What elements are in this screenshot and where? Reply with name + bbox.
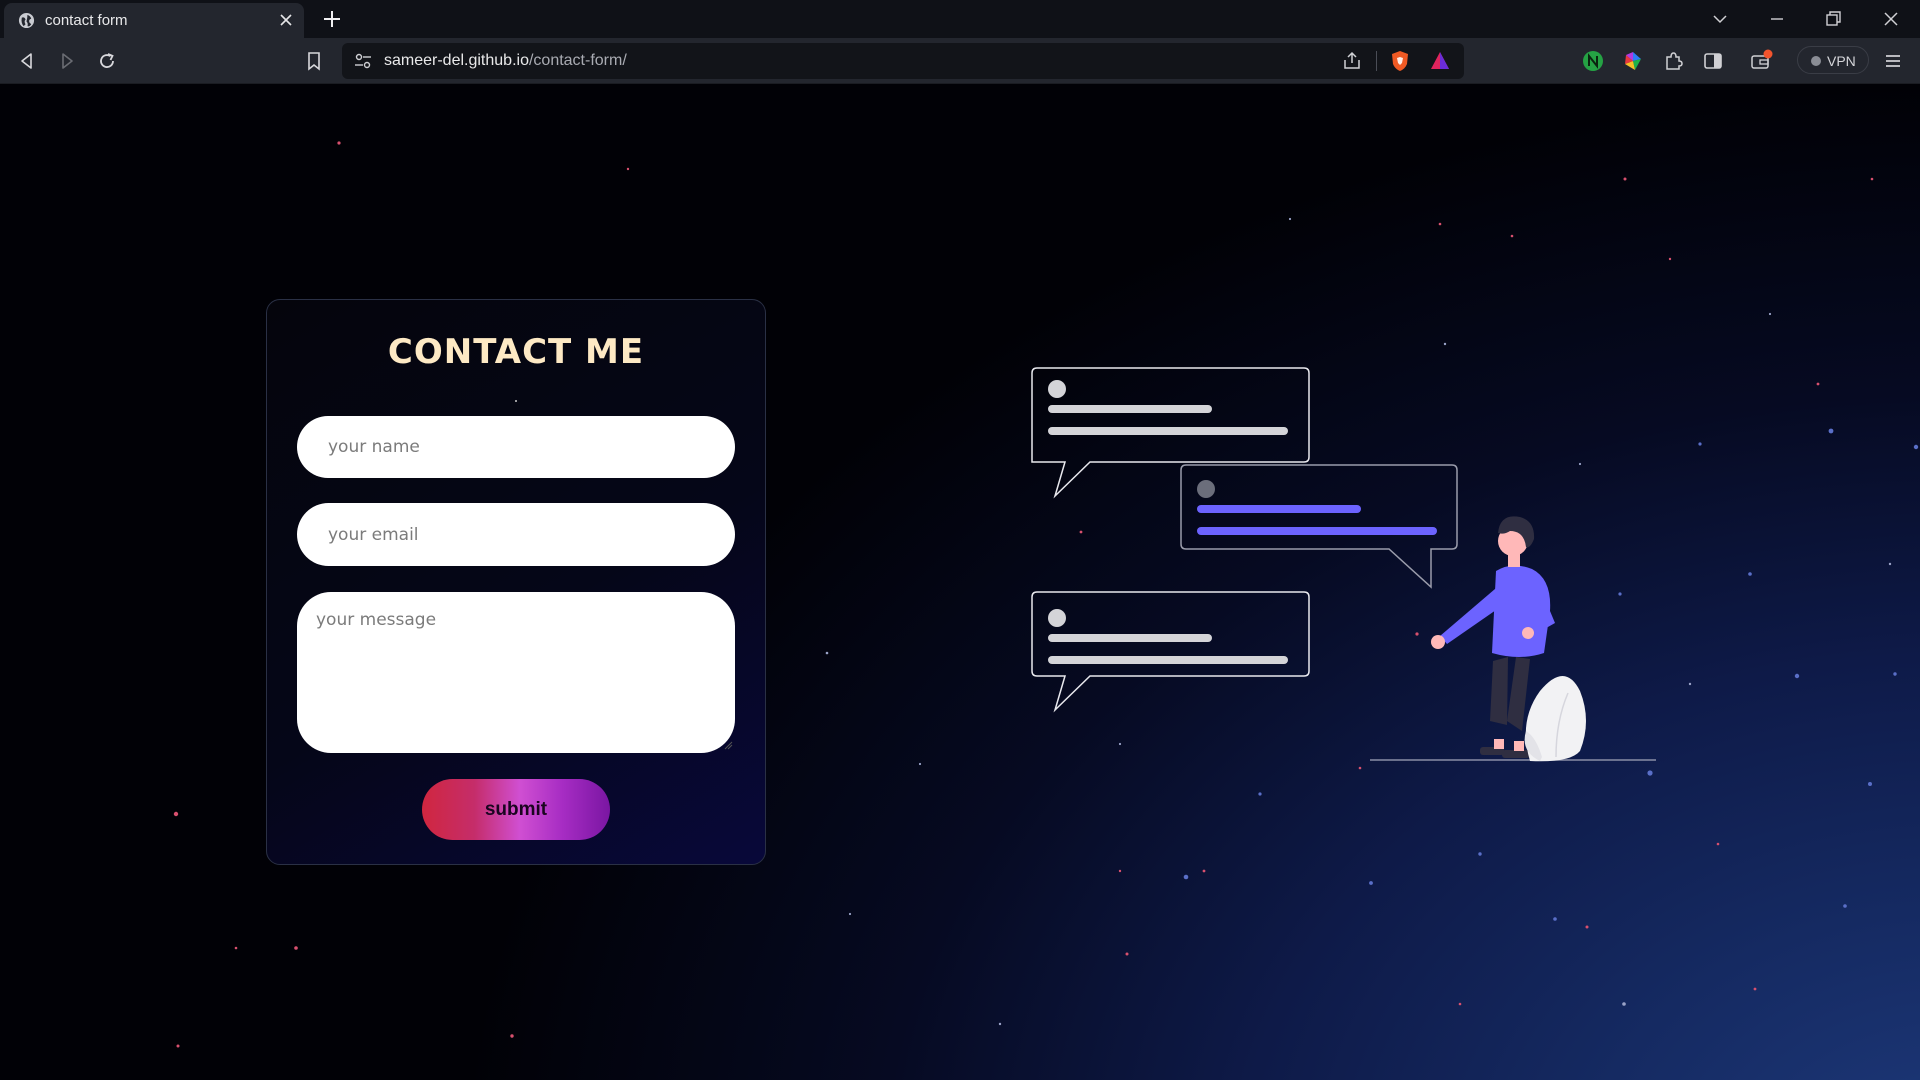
url-host: sameer-del.github.io — [384, 52, 529, 69]
divider — [1376, 51, 1377, 71]
reload-icon[interactable] — [95, 49, 119, 73]
restore-icon[interactable] — [1822, 8, 1844, 30]
brave-shields-icon[interactable] — [1388, 49, 1412, 73]
vpn-label: VPN — [1827, 53, 1856, 69]
extensions-puzzle-icon[interactable] — [1661, 49, 1685, 73]
contact-form-card: CONTACT ME submit — [266, 299, 766, 865]
chat-bubble-middle — [1180, 464, 1458, 589]
vpn-button[interactable]: VPN — [1797, 46, 1869, 74]
resize-handle-icon[interactable] — [723, 740, 733, 750]
brave-rewards-icon[interactable] — [1428, 49, 1452, 73]
tab-title: contact form — [45, 12, 128, 29]
globe-icon — [18, 12, 35, 29]
chat-bubble-top — [1031, 367, 1310, 499]
chat-illustration — [1031, 367, 1656, 762]
wallet-notification-icon[interactable] — [1749, 49, 1773, 73]
url-text: sameer-del.github.io/contact-form/ — [384, 52, 627, 70]
menu-icon[interactable] — [1881, 49, 1905, 73]
sidebar-toggle-icon[interactable] — [1701, 49, 1725, 73]
message-textarea[interactable] — [297, 592, 735, 753]
back-icon[interactable] — [15, 49, 39, 73]
decorative-dot — [515, 400, 517, 402]
extension-n-icon[interactable] — [1581, 49, 1605, 73]
extension-color-icon[interactable] — [1621, 49, 1645, 73]
address-bar[interactable]: sameer-del.github.io/contact-form/ — [342, 43, 1464, 79]
submit-button[interactable]: submit — [422, 779, 610, 840]
name-input[interactable] — [297, 416, 735, 478]
new-tab-icon[interactable] — [322, 9, 342, 29]
plant-shape — [1524, 676, 1586, 762]
close-window-icon[interactable] — [1880, 8, 1902, 30]
close-tab-icon[interactable] — [278, 12, 294, 28]
browser-toolbar: sameer-del.github.io/contact-form/ VPN — [0, 38, 1920, 84]
site-settings-icon[interactable] — [354, 53, 372, 69]
vpn-status-dot — [1811, 56, 1821, 66]
browser-tab-strip: contact form — [0, 0, 1920, 38]
page-background: CONTACT ME submit — [0, 84, 1920, 1080]
page-title: CONTACT ME — [387, 332, 645, 372]
chat-bubble-bottom — [1031, 591, 1310, 713]
email-input[interactable] — [297, 503, 735, 566]
tab-search-chevron-icon[interactable] — [1709, 8, 1731, 30]
minimize-icon[interactable] — [1766, 8, 1788, 30]
url-path: /contact-form/ — [528, 52, 627, 69]
bookmark-icon[interactable] — [302, 49, 326, 73]
browser-tab[interactable]: contact form — [4, 3, 304, 38]
forward-icon[interactable] — [55, 49, 79, 73]
share-icon[interactable] — [1340, 49, 1364, 73]
